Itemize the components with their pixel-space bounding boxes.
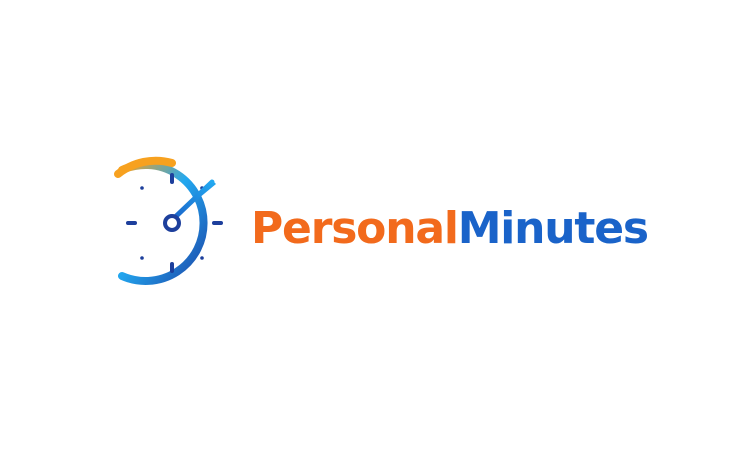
brand-logo: PersonalMinutes <box>66 150 706 300</box>
speed-lines <box>67 205 126 264</box>
stopwatch-gauge-icon <box>67 156 223 285</box>
brand-word-personal: Personal <box>251 203 459 254</box>
brand-wordmark: PersonalMinutes <box>251 194 649 264</box>
gauge-hub <box>163 214 181 232</box>
logo-canvas: PersonalMinutes <box>0 0 750 450</box>
brand-word-minutes: Minutes <box>457 203 649 254</box>
